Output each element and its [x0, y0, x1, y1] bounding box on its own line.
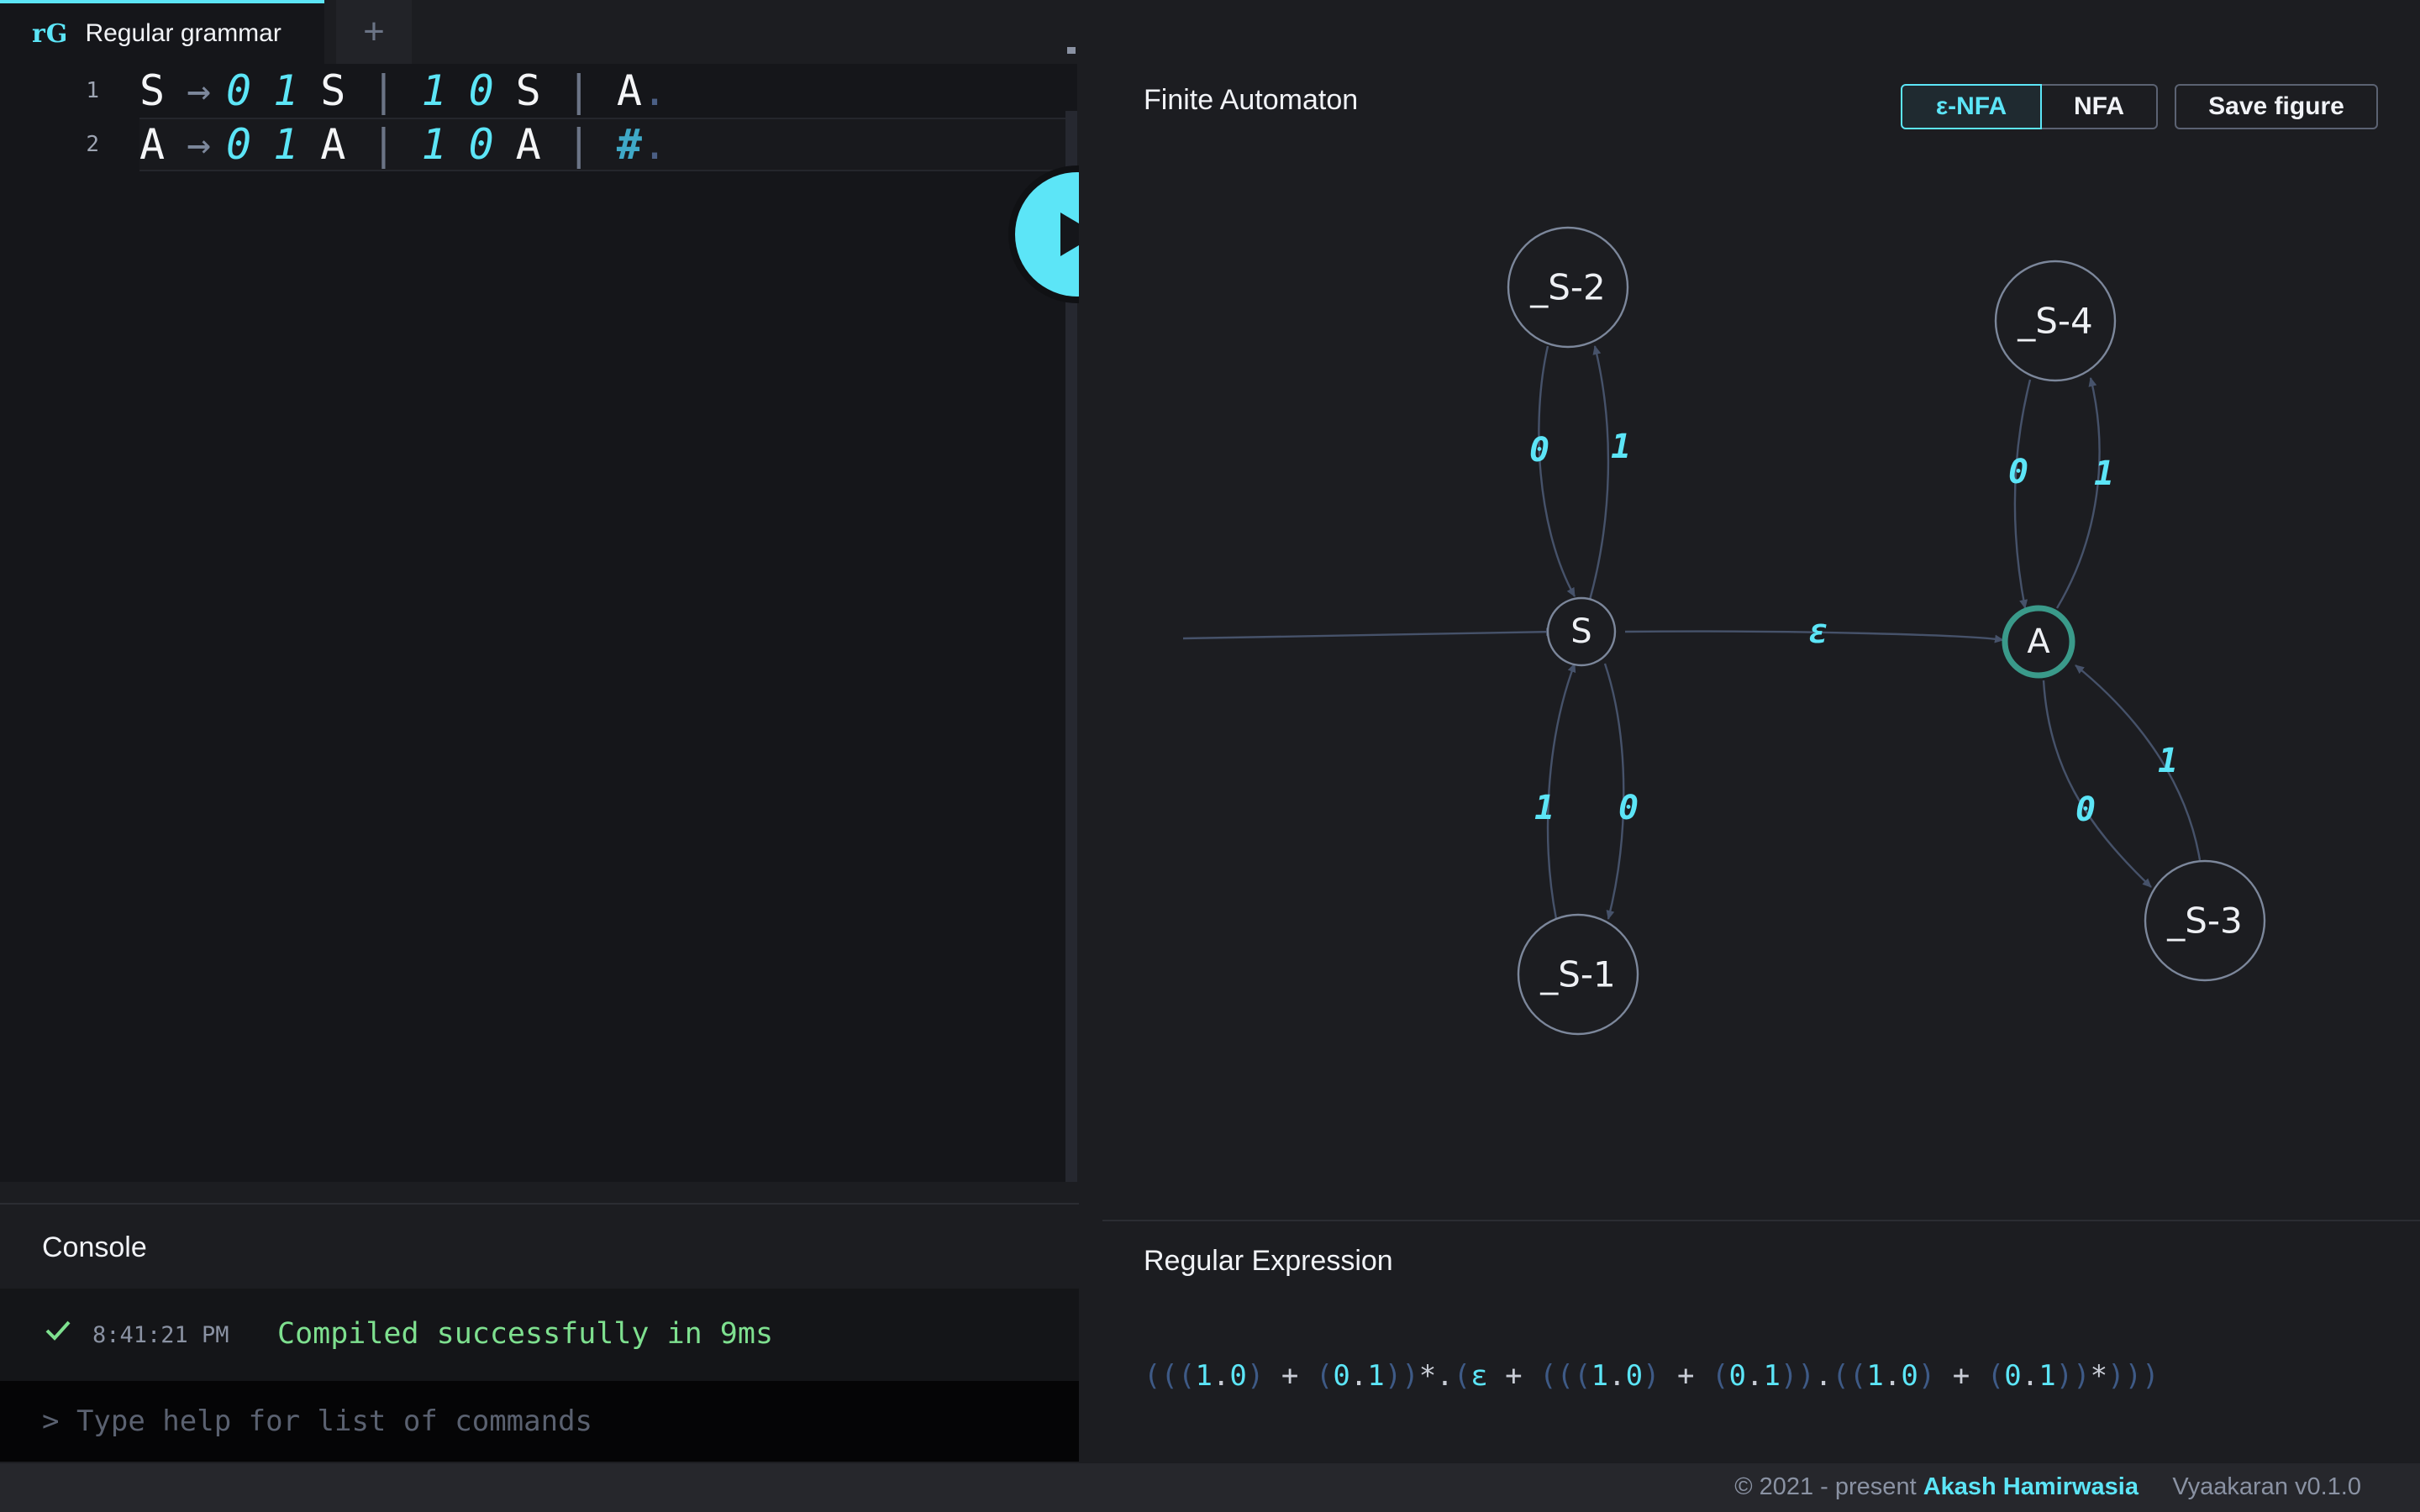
production-arrow: →: [187, 67, 212, 114]
state-s4[interactable]: _S-4: [1994, 260, 2117, 382]
state-label: _S-3: [2166, 900, 2243, 942]
nonterminal: A: [320, 120, 346, 169]
log-message: Compiled successfully in 9ms: [277, 1317, 774, 1351]
tab-regular-grammar[interactable]: rG Regular grammar: [0, 0, 324, 64]
edge-label: 1: [2158, 742, 2178, 780]
edge-label: ε: [1808, 612, 1828, 651]
code-line-1[interactable]: 1 S → 0 1 S | 1 0 S | A .: [0, 64, 1067, 118]
terminal: 1: [273, 66, 299, 115]
terminal: 0: [226, 120, 252, 169]
footer: © 2021 - present Akash Hamirwasia Vyaaka…: [0, 1463, 2420, 1512]
edge-s2-to-s: [1538, 345, 1576, 597]
automaton-title: Finite Automaton: [1144, 84, 1359, 116]
enfa-toggle-button[interactable]: ε-NFA: [1901, 84, 2042, 129]
state-label: S: [1570, 612, 1591, 651]
alternative-separator: |: [566, 66, 592, 115]
console-log: 8:41:21 PM Compiled successfully in 9ms: [0, 1289, 1079, 1381]
log-timestamp: 8:41:21 PM: [92, 1322, 229, 1348]
state-s2[interactable]: _S-2: [1507, 226, 1629, 349]
edge-label: 0: [1529, 431, 1549, 470]
epsilon-symbol: #: [616, 120, 642, 169]
production-arrow: →: [187, 121, 212, 168]
copyright: © 2021 - present Akash Hamirwasia: [1734, 1473, 2139, 1501]
alternative-separator: |: [371, 120, 397, 169]
grammar-editor[interactable]: 1 S → 0 1 S | 1 0 S | A . 2 A → 0 1 A | …: [0, 64, 1077, 1182]
edge-label: 1: [1534, 789, 1555, 827]
terminal: 0: [468, 66, 494, 115]
nonterminal: A: [616, 66, 642, 115]
terminal: 1: [273, 120, 299, 169]
edge-a-to-s4: [2055, 377, 2101, 609]
state-s[interactable]: S: [1546, 596, 1617, 667]
console-input[interactable]: > Type help for list of commands: [0, 1381, 1079, 1462]
state-label: _S-1: [1539, 954, 1616, 995]
version-label: Vyaakaran v0.1.0: [2172, 1473, 2361, 1500]
edge-s4-to-a: [2013, 379, 2032, 609]
add-tab-button[interactable]: +: [336, 0, 412, 64]
terminal: 1: [421, 66, 447, 115]
state-label: _S-2: [1529, 267, 1606, 308]
line-number: 1: [86, 78, 99, 103]
nonterminal: S: [515, 66, 541, 115]
code-line-2[interactable]: 2 A → 0 1 A | 1 0 A | # .: [0, 118, 1067, 171]
check-icon: [45, 1320, 71, 1341]
console-input-placeholder: > Type help for list of commands: [42, 1404, 593, 1438]
automaton-graph: _S-2 _S-4 S A _S-1 _S-3 0 1 1 0 ε 0 1 0 …: [1182, 226, 2266, 1036]
edge-label: 0: [2075, 790, 2096, 829]
edge-s3-to-a: [2075, 664, 2202, 861]
copyright-text: © 2021 - present: [1734, 1473, 1923, 1500]
alternative-separator: |: [566, 120, 592, 169]
console-panel: Console 8:41:21 PM Compiled successfully…: [0, 1203, 1079, 1463]
tab-label: Regular grammar: [85, 19, 281, 47]
line-end-dot: .: [642, 120, 668, 169]
edge-label: 1: [2094, 454, 2114, 493]
regex-title: Regular Expression: [1144, 1245, 1393, 1277]
nonterminal: A: [515, 120, 541, 169]
line-number: 2: [86, 132, 99, 157]
state-label: _S-4: [2017, 301, 2093, 342]
terminal: 0: [468, 120, 494, 169]
terminal: 0: [226, 66, 252, 115]
nfa-toggle-button[interactable]: NFA: [2042, 84, 2158, 129]
start-arrow: [1182, 627, 1555, 640]
grammar-logo-icon: rG: [32, 18, 69, 49]
tab-bar: rG Regular grammar +: [0, 0, 2420, 64]
edge-label: 0: [2008, 453, 2028, 491]
edge-a-to-s3: [2042, 680, 2152, 888]
regex-panel: Regular Expression (((1.0) + (0.1))*.(ε …: [1102, 1220, 2420, 1465]
state-s1[interactable]: _S-1: [1517, 913, 1639, 1036]
nonterminal: S: [320, 66, 346, 115]
edge-s-to-s2: [1588, 345, 1610, 601]
nonterminal: S: [139, 66, 166, 115]
edge-label: 1: [1611, 428, 1631, 466]
edge-label: 0: [1618, 789, 1639, 827]
line-end-dot: .: [642, 66, 668, 115]
alternative-separator: |: [371, 66, 397, 115]
state-s3[interactable]: _S-3: [2144, 859, 2266, 982]
regex-expression: (((1.0) + (0.1))*.(ε + (((1.0) + (0.1)).…: [1144, 1359, 2160, 1393]
author-link[interactable]: Akash Hamirwasia: [1923, 1473, 2139, 1500]
state-a[interactable]: A: [2002, 605, 2075, 679]
console-title: Console: [42, 1231, 147, 1263]
save-figure-button[interactable]: Save figure: [2175, 84, 2378, 129]
state-label: A: [2027, 622, 2050, 661]
terminal: 1: [421, 120, 447, 169]
nonterminal: A: [139, 120, 166, 169]
plus-icon: +: [363, 11, 385, 52]
editor-scrollbar-thumb[interactable]: [1067, 47, 1076, 54]
